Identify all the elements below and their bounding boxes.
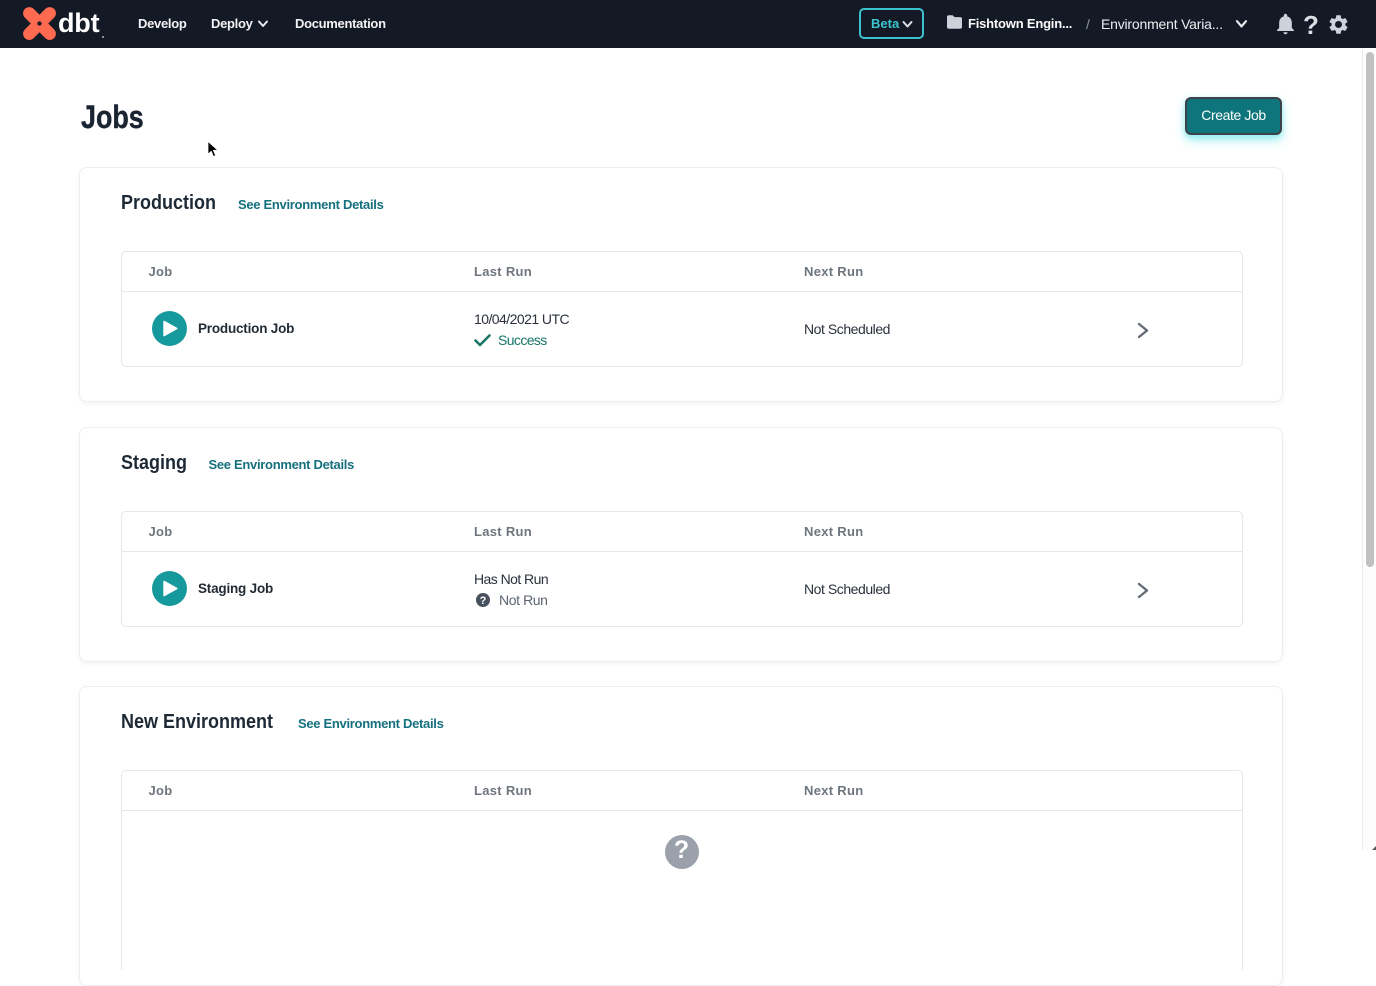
- svg-text:?: ?: [480, 595, 487, 607]
